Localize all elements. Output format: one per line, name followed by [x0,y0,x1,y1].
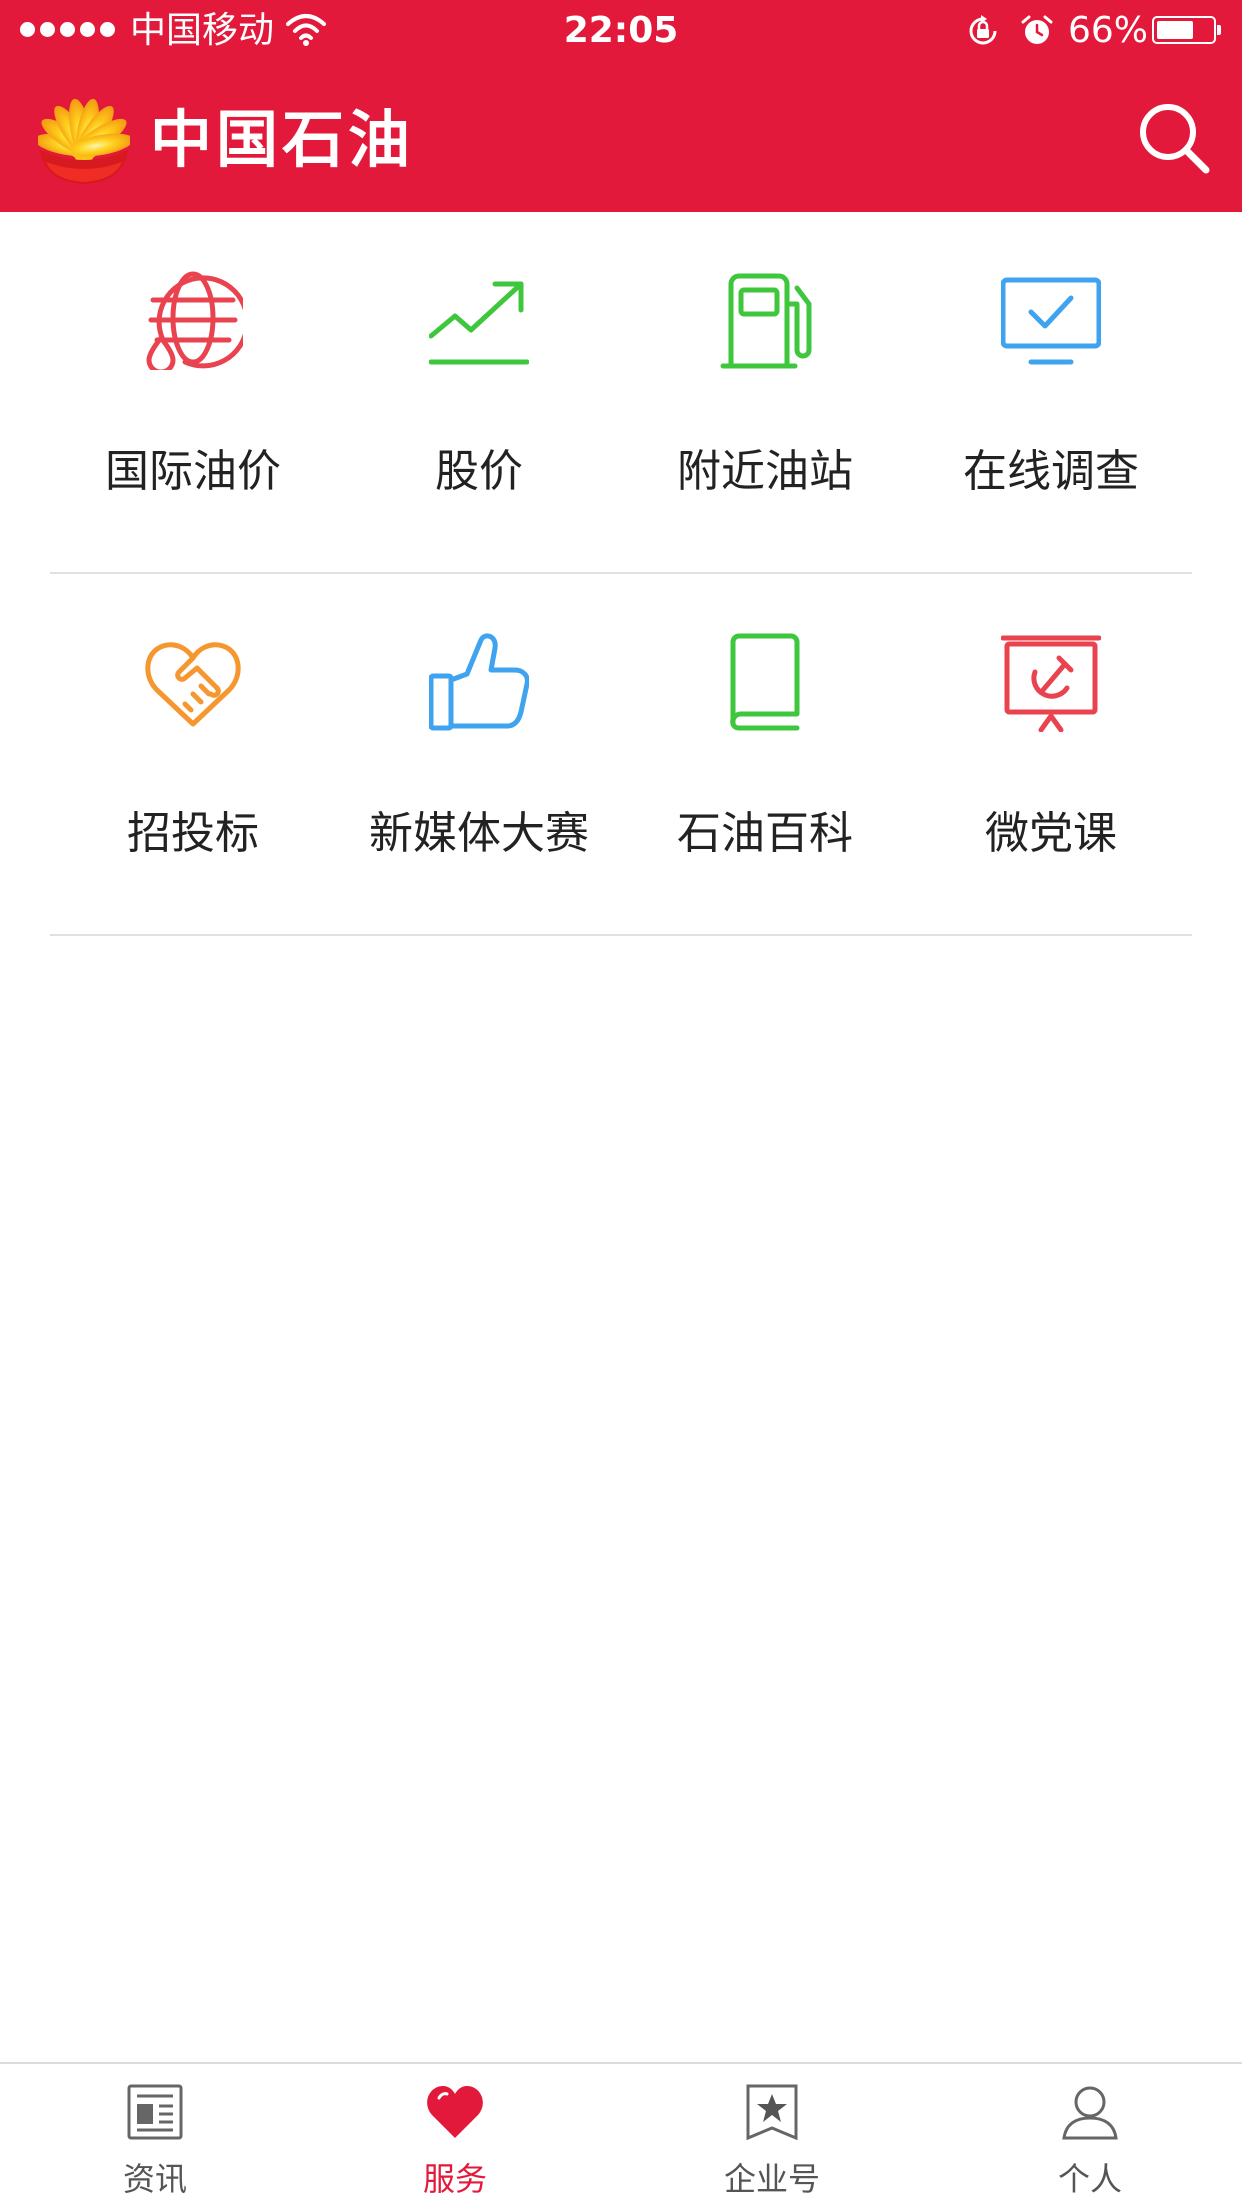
heart-icon [427,2086,483,2138]
services-row: 国际油价 股价 附近油站 在线调查 [0,212,1242,574]
nav-bar: 中国石油 [0,62,1242,212]
thumbs-up-icon [429,633,529,731]
service-stock-price[interactable]: 股价 [336,212,622,574]
alarm-icon [1021,15,1053,44]
service-label: 附近油站 [677,446,853,497]
book-icon [730,633,800,731]
tab-label: 个人 [1057,2160,1122,2198]
status-bar: 中国移动 22:05 66% [0,0,1242,62]
battery-percentage: 66% [1068,10,1149,51]
fuel-pump-icon [720,273,812,369]
presentation-hammer-sickle-icon [1001,635,1101,732]
handshake-icon [145,642,241,727]
service-label: 在线调查 [963,446,1139,497]
brand-title: 中国石油 [150,103,415,176]
globe-oil-drop-icon [146,271,243,370]
service-label: 微党课 [985,808,1117,859]
service-petroleum-encyclopedia[interactable]: 石油百科 [622,574,908,936]
newspaper-icon [127,2084,183,2140]
search-icon[interactable] [1136,100,1212,176]
petrochina-logo [38,98,130,184]
service-label: 股价 [435,446,523,497]
service-micro-party-class[interactable]: 微党课 [908,574,1194,936]
service-nearby-gas-station[interactable]: 附近油站 [622,212,908,574]
tab-label: 服务 [422,2160,487,2198]
rotation-lock-icon [969,15,997,45]
tab-news[interactable]: 资讯 [0,2064,310,2210]
services-row: 招投标 新媒体大赛 石油百科 微党课 [0,574,1242,936]
bottom-tab-bar: 资讯 服务 企业号 个人 [0,2062,1242,2208]
tab-enterprise[interactable]: 企业号 [617,2064,927,2210]
tab-personal[interactable]: 个人 [935,2064,1242,2210]
service-new-media-contest[interactable]: 新媒体大赛 [336,574,622,936]
trend-chart-icon [429,281,529,365]
service-bidding[interactable]: 招投标 [50,574,336,936]
row-divider [50,934,1192,936]
service-label: 国际油价 [105,446,281,497]
tab-services[interactable]: 服务 [300,2064,610,2210]
service-online-survey[interactable]: 在线调查 [908,212,1194,574]
star-bookmark-icon [746,2084,798,2141]
status-time: 22:05 [563,10,679,51]
monitor-check-icon [1001,277,1101,365]
tab-label: 资讯 [122,2160,187,2198]
app-header: 中国移动 22:05 66% 中国石油 [0,0,1242,212]
service-label: 新媒体大赛 [369,808,589,859]
service-label: 石油百科 [677,808,853,859]
service-label: 招投标 [127,808,259,859]
service-intl-oil-price[interactable]: 国际油价 [50,212,336,574]
battery-icon [1152,16,1221,44]
user-icon [1062,2086,1118,2140]
tab-label: 企业号 [723,2160,820,2198]
